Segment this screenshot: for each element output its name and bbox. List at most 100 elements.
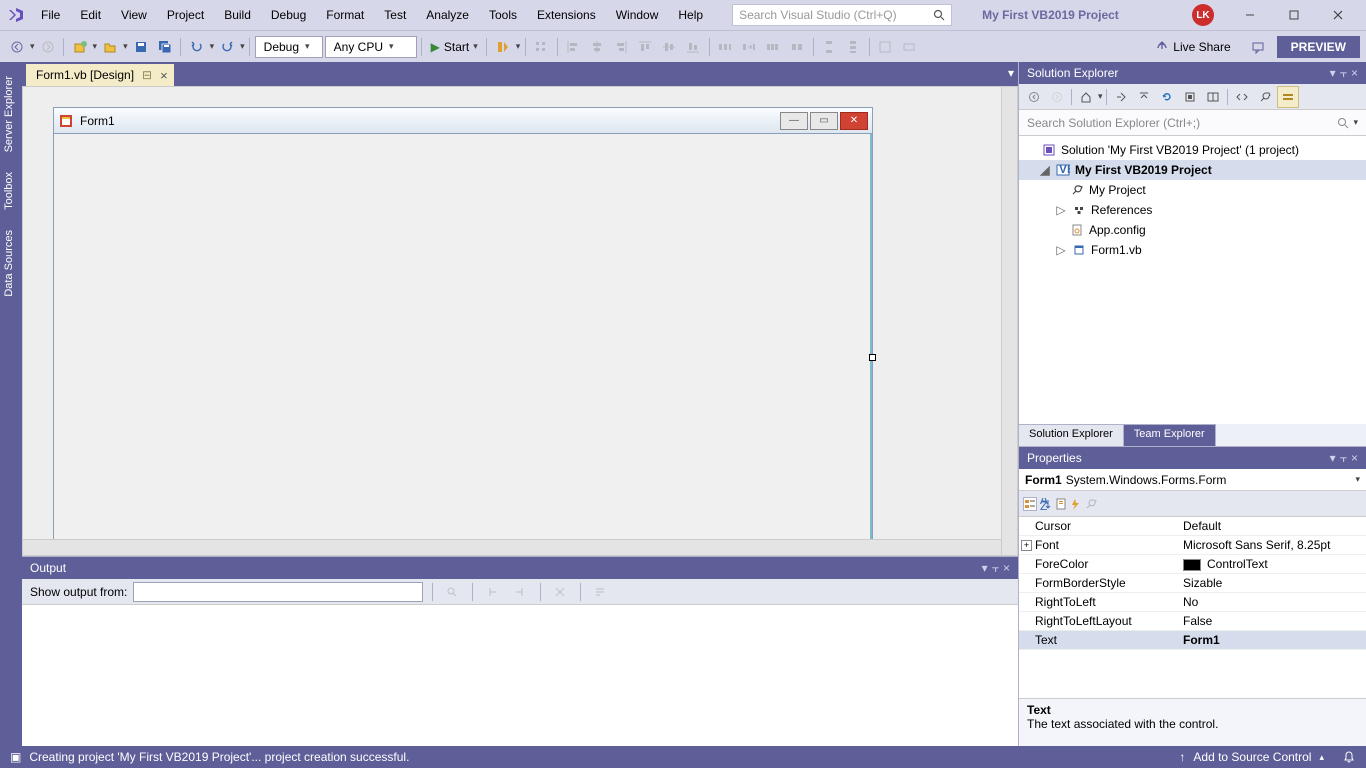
collapse-button[interactable]	[1133, 86, 1155, 108]
pin-icon[interactable]: ⊟	[142, 68, 152, 82]
menu-debug[interactable]: Debug	[262, 4, 315, 26]
size-button-2[interactable]	[898, 36, 920, 58]
solution-node[interactable]: Solution 'My First VB2019 Project' (1 pr…	[1019, 140, 1366, 160]
events-button[interactable]	[1069, 498, 1081, 510]
props-wrench-button[interactable]	[1085, 498, 1097, 510]
property-row[interactable]: ForeColorControlText	[1019, 555, 1366, 574]
property-row[interactable]: +FontMicrosoft Sans Serif, 8.25pt	[1019, 536, 1366, 555]
appconfig-node[interactable]: App.config	[1019, 220, 1366, 240]
expand-icon[interactable]: ▷	[1055, 243, 1067, 257]
menu-format[interactable]: Format	[317, 4, 373, 26]
output-source-dropdown[interactable]	[133, 582, 423, 602]
configuration-dropdown[interactable]: Debug▾	[255, 36, 323, 58]
output-body[interactable]	[22, 605, 1018, 746]
horizontal-scrollbar[interactable]	[23, 539, 1001, 555]
chevron-down-icon[interactable]: ▾	[516, 41, 521, 52]
hspace-dec-button[interactable]	[762, 36, 784, 58]
align-top-button[interactable]	[634, 36, 656, 58]
hspace-equal-button[interactable]	[714, 36, 736, 58]
save-all-button[interactable]	[154, 36, 176, 58]
platform-dropdown[interactable]: Any CPU▾	[325, 36, 417, 58]
align-center-button[interactable]	[586, 36, 608, 58]
properties-header[interactable]: Properties ▾ ⫟ ×	[1019, 447, 1366, 469]
references-node[interactable]: ▷ References	[1019, 200, 1366, 220]
autohide-icon[interactable]: ⫟	[992, 561, 999, 576]
chevron-down-icon[interactable]: ▾	[210, 41, 215, 52]
document-tab[interactable]: Form1.vb [Design] ⊟ ×	[26, 64, 174, 86]
align-left-button[interactable]	[562, 36, 584, 58]
menu-build[interactable]: Build	[215, 4, 260, 26]
property-row[interactable]: FormBorderStyleSizable	[1019, 574, 1366, 593]
menu-analyze[interactable]: Analyze	[417, 4, 478, 26]
property-row[interactable]: RightToLeftLayoutFalse	[1019, 612, 1366, 631]
minimize-button[interactable]	[1228, 2, 1272, 28]
menu-help[interactable]: Help	[669, 4, 712, 26]
menu-window[interactable]: Window	[607, 4, 668, 26]
tab-solution-explorer[interactable]: Solution Explorer	[1019, 424, 1124, 446]
output-header[interactable]: Output ▾ ⫟ ×	[22, 557, 1018, 579]
vspace-button-2[interactable]	[842, 36, 864, 58]
size-button[interactable]	[874, 36, 896, 58]
nav-forward-button[interactable]	[37, 36, 59, 58]
redo-button[interactable]	[216, 36, 238, 58]
start-button[interactable]: ▶ Start ▾	[427, 40, 482, 54]
home-button[interactable]	[1075, 86, 1097, 108]
save-button[interactable]	[130, 36, 152, 58]
close-button[interactable]	[1316, 2, 1360, 28]
left-tab-data-sources[interactable]: Data Sources	[0, 220, 22, 307]
chevron-down-icon[interactable]: ▾	[1353, 117, 1358, 128]
property-row[interactable]: CursorDefault	[1019, 517, 1366, 536]
solution-search-input[interactable]: Search Solution Explorer (Ctrl+;) ▾	[1019, 110, 1366, 136]
sync-button[interactable]	[1110, 86, 1132, 108]
menu-file[interactable]: File	[32, 4, 69, 26]
chevron-down-icon[interactable]: ▾	[93, 41, 98, 52]
notify-icon[interactable]: ▣	[10, 750, 21, 764]
menu-test[interactable]: Test	[375, 4, 415, 26]
form-body[interactable]	[54, 134, 872, 556]
properties-button[interactable]	[1254, 86, 1276, 108]
properties-grid[interactable]: CursorDefault+FontMicrosoft Sans Serif, …	[1019, 517, 1366, 698]
close-icon[interactable]: ×	[1003, 561, 1010, 576]
show-all-button[interactable]	[1179, 86, 1201, 108]
form-node[interactable]: ▷ Form1.vb	[1019, 240, 1366, 260]
form-close-button[interactable]: ✕	[840, 112, 868, 130]
property-pages-button[interactable]	[1055, 498, 1067, 510]
user-avatar[interactable]: LK	[1192, 4, 1214, 26]
live-share-button[interactable]: Live Share	[1147, 40, 1238, 54]
tabs-overflow-icon[interactable]: ▾	[1008, 66, 1014, 80]
left-tab-server-explorer[interactable]: Server Explorer	[0, 66, 22, 162]
open-button[interactable]	[99, 36, 121, 58]
autohide-icon[interactable]: ⫟	[1340, 66, 1347, 81]
align-grid-button[interactable]	[530, 36, 552, 58]
hspace-remove-button[interactable]	[786, 36, 808, 58]
expand-icon[interactable]: ▷	[1055, 203, 1067, 217]
chevron-down-icon[interactable]: ▾	[240, 41, 245, 52]
property-row[interactable]: TextForm1	[1019, 631, 1366, 650]
output-find-button[interactable]	[441, 581, 463, 603]
left-tab-toolbox[interactable]: Toolbox	[0, 162, 22, 220]
form-designer[interactable]: Form1 — ▭ ✕	[22, 86, 1018, 556]
step-button[interactable]	[492, 36, 514, 58]
search-input[interactable]: Search Visual Studio (Ctrl+Q)	[732, 4, 952, 26]
categorized-button[interactable]	[1023, 497, 1037, 511]
new-project-button[interactable]	[69, 36, 91, 58]
tab-team-explorer[interactable]: Team Explorer	[1124, 424, 1216, 446]
menu-view[interactable]: View	[112, 4, 156, 26]
output-next-button[interactable]	[509, 581, 531, 603]
align-right-button[interactable]	[610, 36, 632, 58]
vspace-button[interactable]	[818, 36, 840, 58]
back-button[interactable]	[1023, 86, 1045, 108]
align-bottom-button[interactable]	[682, 36, 704, 58]
forward-button[interactable]	[1046, 86, 1068, 108]
chevron-down-icon[interactable]: ▾	[1098, 91, 1103, 102]
autohide-icon[interactable]: ⫟	[1340, 451, 1347, 466]
form-maximize-button[interactable]: ▭	[810, 112, 838, 130]
close-icon[interactable]: ×	[1351, 66, 1358, 81]
window-position-icon[interactable]: ▾	[982, 561, 988, 576]
nav-back-button[interactable]	[6, 36, 28, 58]
close-icon[interactable]: ×	[1351, 451, 1358, 466]
preview-button[interactable]	[1202, 86, 1224, 108]
window-position-icon[interactable]: ▾	[1330, 66, 1336, 81]
maximize-button[interactable]	[1272, 2, 1316, 28]
undo-button[interactable]	[186, 36, 208, 58]
